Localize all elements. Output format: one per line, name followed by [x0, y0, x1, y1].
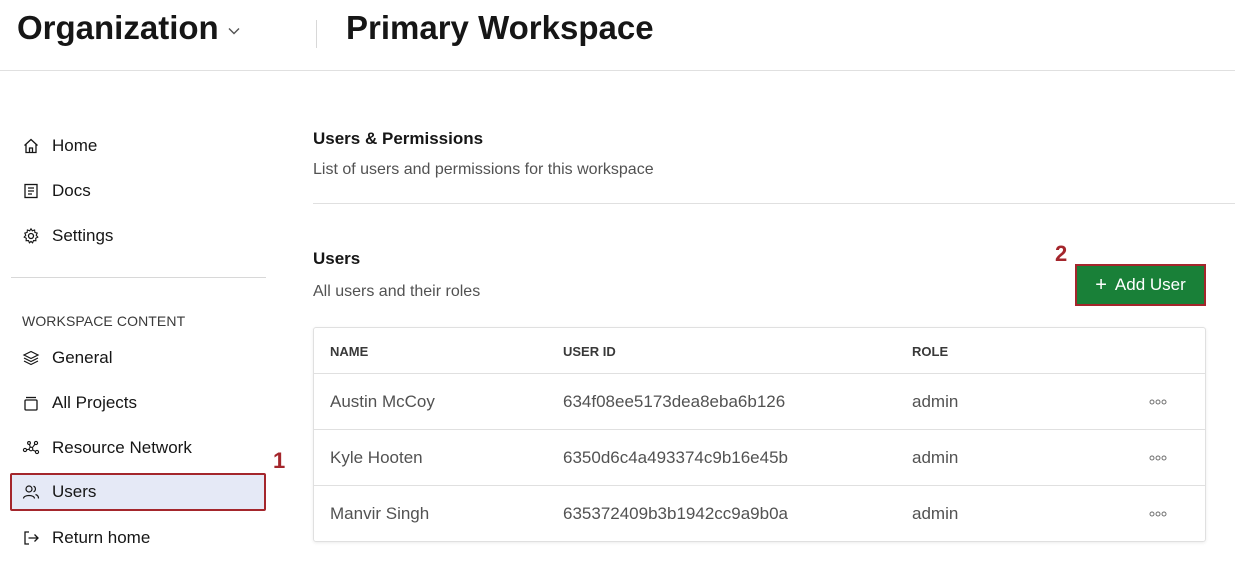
exit-icon	[24, 531, 39, 545]
column-header-name: NAME	[330, 344, 369, 359]
sidebar-item-label: All Projects	[52, 393, 138, 412]
column-header-user-id: USER ID	[563, 344, 616, 359]
add-user-button[interactable]: + Add User	[1075, 264, 1206, 306]
user-id: 6350d6c4a493374c9b16e45b	[563, 448, 789, 467]
user-role: admin	[912, 392, 959, 411]
sidebar-item-label: Return home	[52, 528, 151, 547]
header-divider	[316, 20, 317, 48]
section-label: WORKSPACE CONTENT	[22, 313, 186, 329]
user-role: admin	[912, 448, 959, 467]
users-title: Users	[313, 249, 361, 268]
layers-icon	[22, 350, 40, 366]
sidebar-item-users[interactable]: Users	[10, 473, 266, 511]
sidebar-item-label: Users	[52, 482, 97, 501]
network-icon	[22, 440, 40, 455]
organization-switcher[interactable]: Organization	[17, 9, 241, 47]
sidebar-item-all-projects[interactable]: All Projects	[10, 384, 266, 422]
permissions-title: Users & Permissions	[313, 129, 484, 148]
sidebar-item-label: Settings	[52, 226, 114, 245]
overflow-menu-icon[interactable]	[1143, 390, 1173, 414]
overflow-menu-icon[interactable]	[1143, 446, 1173, 470]
permissions-subtitle: List of users and permissions for this w…	[313, 161, 654, 178]
table-row[interactable]: Kyle Hooten 6350d6c4a493374c9b16e45b adm…	[314, 429, 1205, 485]
sidebar-item-docs[interactable]: Docs	[10, 172, 266, 210]
section-divider	[313, 203, 1235, 204]
home-icon	[24, 138, 38, 154]
table-row[interactable]: Austin McCoy 634f08ee5173dea8eba6b126 ad…	[314, 373, 1205, 429]
users-icon	[22, 485, 40, 499]
chevron-down-icon	[228, 28, 240, 35]
users-subtitle: All users and their roles	[313, 283, 481, 300]
sidebar-item-general[interactable]: General	[10, 339, 266, 377]
main-content: Users & Permissions List of users and pe…	[313, 71, 1235, 581]
user-id: 634f08ee5173dea8eba6b126	[563, 392, 786, 411]
users-table: NAME USER ID ROLE Austin McCoy 634f08ee5…	[313, 327, 1206, 542]
sidebar-item-resource-network[interactable]: Resource Network	[10, 429, 266, 467]
sidebar-item-label: Resource Network	[52, 438, 192, 457]
user-id: 635372409b3b1942cc9a9b0a	[563, 504, 789, 523]
sidebar-item-home[interactable]: Home	[10, 127, 266, 165]
plus-icon: +	[1095, 274, 1107, 296]
user-name: Kyle Hooten	[330, 448, 423, 467]
sidebar-item-settings[interactable]: Settings	[10, 217, 266, 255]
add-user-label: Add User	[1114, 275, 1186, 294]
overflow-menu-icon[interactable]	[1143, 502, 1173, 526]
sidebar-divider	[11, 277, 266, 278]
gear-icon	[23, 227, 39, 244]
top-header: Organization Primary Workspace	[0, 0, 1235, 71]
sidebar-item-label: Docs	[52, 181, 91, 200]
user-name: Manvir Singh	[330, 504, 430, 523]
user-name: Austin McCoy	[330, 392, 435, 411]
annotation-step-1: 1	[273, 448, 286, 473]
sidebar-item-label: Home	[52, 136, 98, 155]
sidebar-item-return-home[interactable]: Return home	[10, 519, 266, 557]
docs-icon	[24, 183, 38, 199]
organization-title: Organization	[17, 9, 219, 46]
workspace-title: Primary Workspace	[346, 9, 654, 46]
table-row[interactable]: Manvir Singh 635372409b3b1942cc9a9b0a ad…	[314, 485, 1205, 541]
sidebar: Home Docs Settings WORKSPACE CONTENT Gen…	[0, 71, 280, 581]
archive-icon	[24, 396, 38, 411]
user-role: admin	[912, 504, 959, 523]
column-header-role: ROLE	[912, 344, 949, 359]
sidebar-item-label: General	[52, 348, 113, 367]
